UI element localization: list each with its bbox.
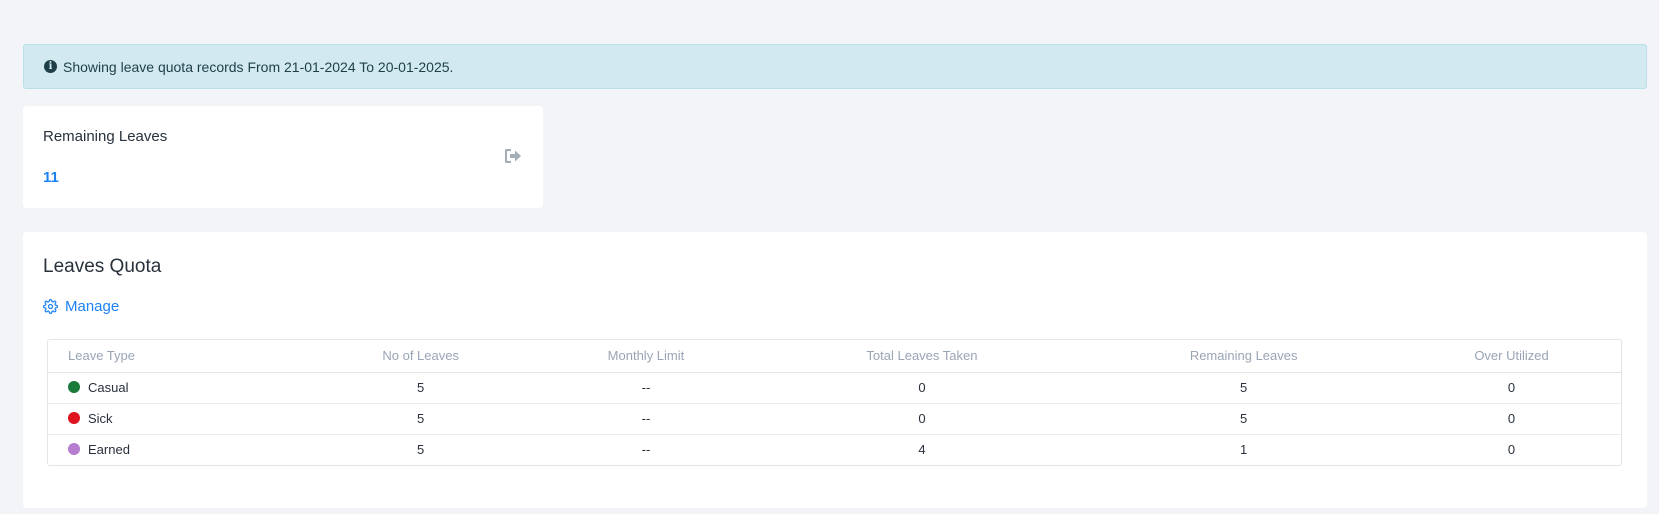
alert-text: Showing leave quota records From 21-01-2…	[63, 58, 454, 75]
remaining-leaves-value: 11	[43, 169, 59, 186]
leave-type-name: Casual	[88, 380, 129, 395]
leaves-quota-heading: Leaves Quota	[43, 256, 162, 277]
cell-total-taken: 0	[758, 403, 1086, 435]
info-alert: i Showing leave quota records From 21-01…	[23, 44, 1647, 89]
leave-type-color-dot	[68, 381, 80, 393]
cell-remaining: 1	[1240, 442, 1248, 458]
column-header: No of Leaves	[308, 340, 534, 373]
leave-type-name: Earned	[88, 442, 130, 458]
column-header: Total Leaves Taken	[758, 340, 1086, 373]
leaves-quota-table: Leave Type No of Leaves Monthly Limit To…	[47, 339, 1622, 466]
column-header: Monthly Limit	[533, 340, 759, 373]
sign-out-icon	[505, 149, 521, 163]
info-circle-icon: i	[44, 60, 57, 73]
cell-over-utilized: 0	[1507, 442, 1516, 458]
column-header: Remaining Leaves	[1085, 340, 1403, 373]
manage-link[interactable]: Manage	[43, 298, 119, 315]
column-header: Over Utilized	[1402, 340, 1621, 373]
remaining-leaves-title: Remaining Leaves	[43, 128, 168, 145]
table-row: Sick 5 -- 0 5 0	[48, 403, 1621, 435]
leave-type-color-dot	[68, 443, 80, 456]
column-header: Leave Type	[48, 340, 308, 373]
cell-over-utilized: 0	[1402, 372, 1621, 404]
cell-total-taken: 4	[918, 442, 926, 458]
cell-remaining: 5	[1085, 372, 1403, 404]
leave-type-color-dot	[68, 412, 80, 424]
table-header-row: Leave Type No of Leaves Monthly Limit To…	[48, 340, 1621, 373]
gear-icon	[43, 299, 58, 314]
cell-no-of-leaves: 5	[308, 403, 534, 435]
table-row: Earned 5 -- 4 1 0	[48, 434, 1621, 465]
manage-label: Manage	[65, 298, 120, 315]
cell-no-of-leaves: 5	[417, 442, 425, 458]
cell-monthly-limit: --	[533, 372, 759, 404]
leave-type-name: Sick	[88, 411, 113, 426]
leaves-quota-card: Leaves Quota Manage Leave Type No of Lea…	[23, 232, 1647, 508]
cell-over-utilized: 0	[1402, 403, 1621, 435]
cell-monthly-limit: --	[533, 403, 759, 435]
table-row: Casual 5 -- 0 5 0	[48, 372, 1621, 404]
cell-total-taken: 0	[758, 372, 1086, 404]
remaining-leaves-card: Remaining Leaves 11	[23, 106, 543, 208]
cell-remaining: 5	[1085, 403, 1403, 435]
cell-no-of-leaves: 5	[308, 372, 534, 404]
cell-monthly-limit: --	[641, 442, 651, 458]
